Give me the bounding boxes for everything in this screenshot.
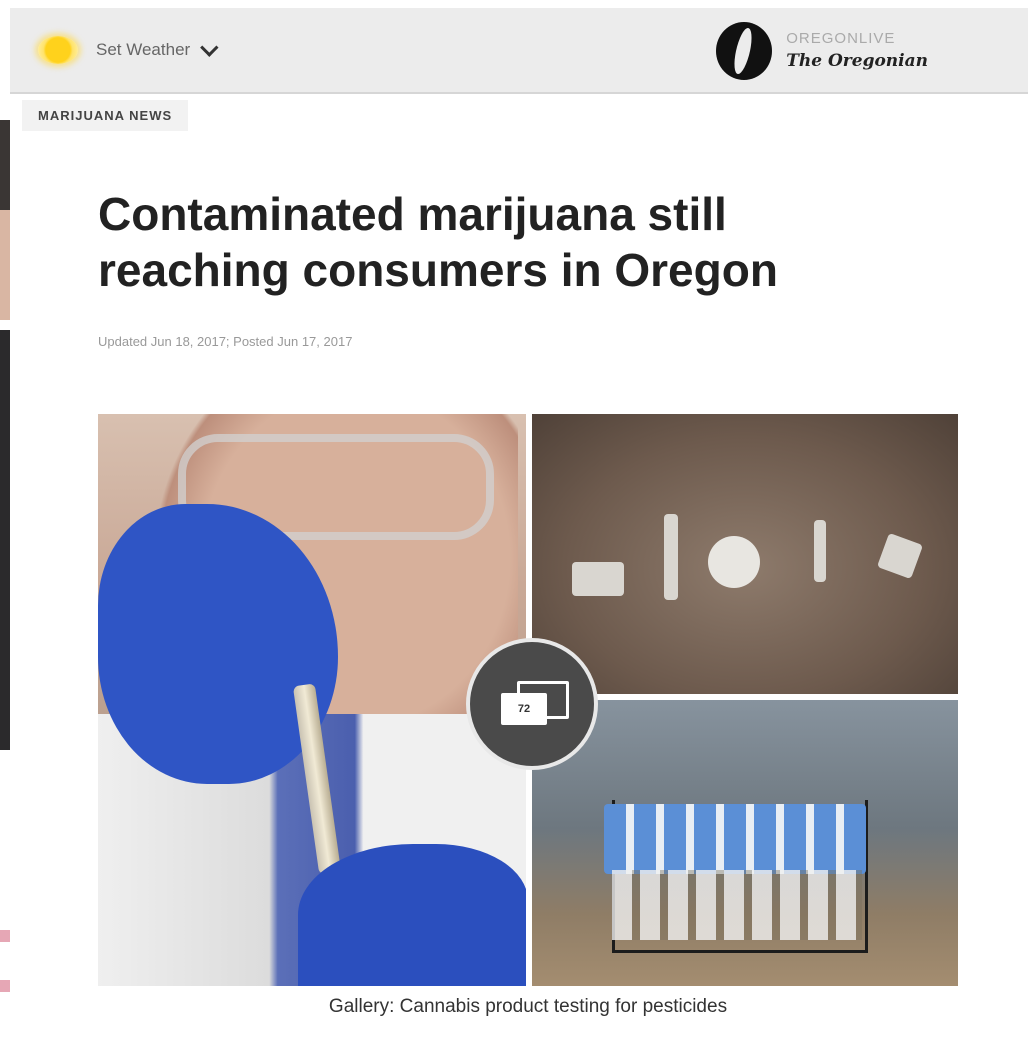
brand-wordmark: OREGONLIVE The Oregonian (786, 31, 928, 71)
chevron-down-icon (200, 37, 219, 57)
brand-oregonlive: OREGONLIVE (786, 30, 896, 48)
weather-dropdown[interactable]: Set Weather (38, 32, 219, 68)
gallery-icon: 72 (501, 681, 569, 727)
gallery-photo-samples[interactable] (532, 414, 958, 694)
section-tag-link[interactable]: MARIJUANA NEWS (22, 100, 189, 131)
site-header: Set Weather OREGONLIVE The Oregonian (10, 8, 1028, 94)
weather-label: Set Weather (96, 40, 191, 59)
gallery-photo-test-tube-rack[interactable] (532, 700, 958, 986)
site-logo-link[interactable]: OREGONLIVE The Oregonian (716, 20, 928, 82)
gallery-count: 72 (501, 693, 547, 725)
photo-gallery[interactable]: 72 (98, 414, 958, 986)
adjacent-page-strip (0, 0, 10, 1044)
oregonian-logo-icon (716, 22, 773, 80)
gallery-photo-lab-technician[interactable] (98, 414, 526, 986)
brand-oregonian: The Oregonian (786, 50, 928, 71)
gallery-open-button[interactable]: 72 (466, 638, 598, 770)
gallery-caption-link[interactable]: Gallery: Cannabis product testing for pe… (98, 996, 958, 1018)
sun-icon (38, 36, 78, 64)
article-dateline: Updated Jun 18, 2017; Posted Jun 17, 201… (98, 334, 353, 349)
article-headline: Contaminated marijuana still reaching co… (98, 188, 778, 297)
